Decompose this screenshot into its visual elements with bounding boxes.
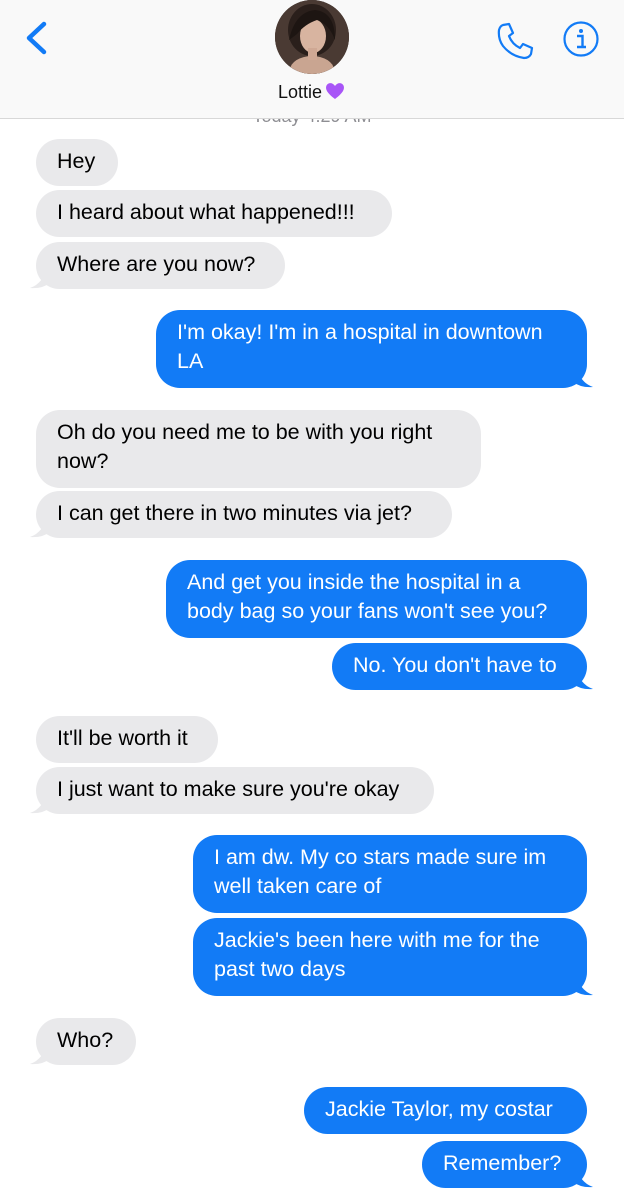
chevron-left-icon (26, 21, 47, 55)
conversation-header: Lottie (0, 0, 624, 119)
info-button[interactable] (562, 20, 600, 58)
phone-button[interactable] (494, 20, 536, 62)
received-message-bubble[interactable]: It'll be worth it (36, 716, 218, 763)
contact-name-row[interactable]: Lottie (0, 80, 624, 107)
back-button[interactable] (18, 18, 58, 58)
sent-message-bubble[interactable]: Remember? (422, 1141, 587, 1188)
received-message-bubble[interactable]: Where are you now? (36, 242, 285, 289)
message-text-line: Oh do you need me to be with you right (57, 420, 433, 444)
sent-message-bubble[interactable]: I am dw. My co stars made sure im well ta… (193, 835, 587, 913)
received-message-bubble[interactable]: Hey (36, 139, 118, 186)
sent-message-bubble[interactable]: And get you inside the hospital in a body… (166, 560, 587, 638)
received-message-bubble[interactable]: I just want to make sure you're okay (36, 767, 434, 814)
sent-message-bubble[interactable]: Jackie Taylor, my costar (304, 1087, 587, 1134)
message-text-line: I just want to make sure you're okay (57, 777, 400, 801)
message-text-line: Jackie's been here with me for the (214, 928, 540, 952)
message-text-line: I am dw. My co stars made sure im (214, 845, 547, 869)
message-text-line: And get you inside the hospital in a (187, 570, 521, 594)
sent-message-bubble[interactable]: I'm okay! I'm in a hospital in downtown L… (156, 310, 587, 388)
message-text-line: Where are you now? (57, 252, 256, 276)
purple-heart-icon (324, 80, 346, 107)
message-text-line: Who? (57, 1028, 114, 1052)
message-text-line: No. You don't have to (353, 653, 557, 677)
message-text-line: well taken care of (214, 874, 382, 898)
message-text-line: now? (57, 449, 109, 473)
received-message-bubble[interactable]: I can get there in two minutes via jet? (36, 491, 452, 538)
info-icon (563, 21, 599, 57)
phone-icon (497, 22, 534, 60)
received-message-bubble[interactable]: I heard about what happened!!! (36, 190, 392, 237)
sent-message-bubble[interactable]: Jackie's been here with me for the past t… (193, 918, 587, 996)
contact-avatar[interactable] (275, 0, 349, 74)
message-text-line: Hey (57, 149, 96, 173)
received-message-bubble[interactable]: Oh do you need me to be with you right no… (36, 410, 481, 488)
message-text-line: body bag so your fans won't see you? (187, 599, 548, 623)
avatar-image (275, 0, 349, 74)
message-text-line: past two days (214, 957, 346, 981)
received-message-bubble[interactable]: Who? (36, 1018, 136, 1065)
sent-message-bubble[interactable]: No. You don't have to (332, 643, 587, 690)
message-text-line: LA (177, 349, 204, 373)
message-text-line: It'll be worth it (57, 726, 188, 750)
message-text-line: Remember? (443, 1151, 562, 1175)
contact-name: Lottie (277, 82, 323, 102)
message-text-line: I heard about what happened!!! (57, 200, 355, 224)
message-text-line: Jackie Taylor, my costar (325, 1097, 553, 1121)
message-text-line: I can get there in two minutes via jet? (57, 501, 412, 525)
message-text-line: I'm okay! I'm in a hospital in downtown (177, 320, 543, 344)
